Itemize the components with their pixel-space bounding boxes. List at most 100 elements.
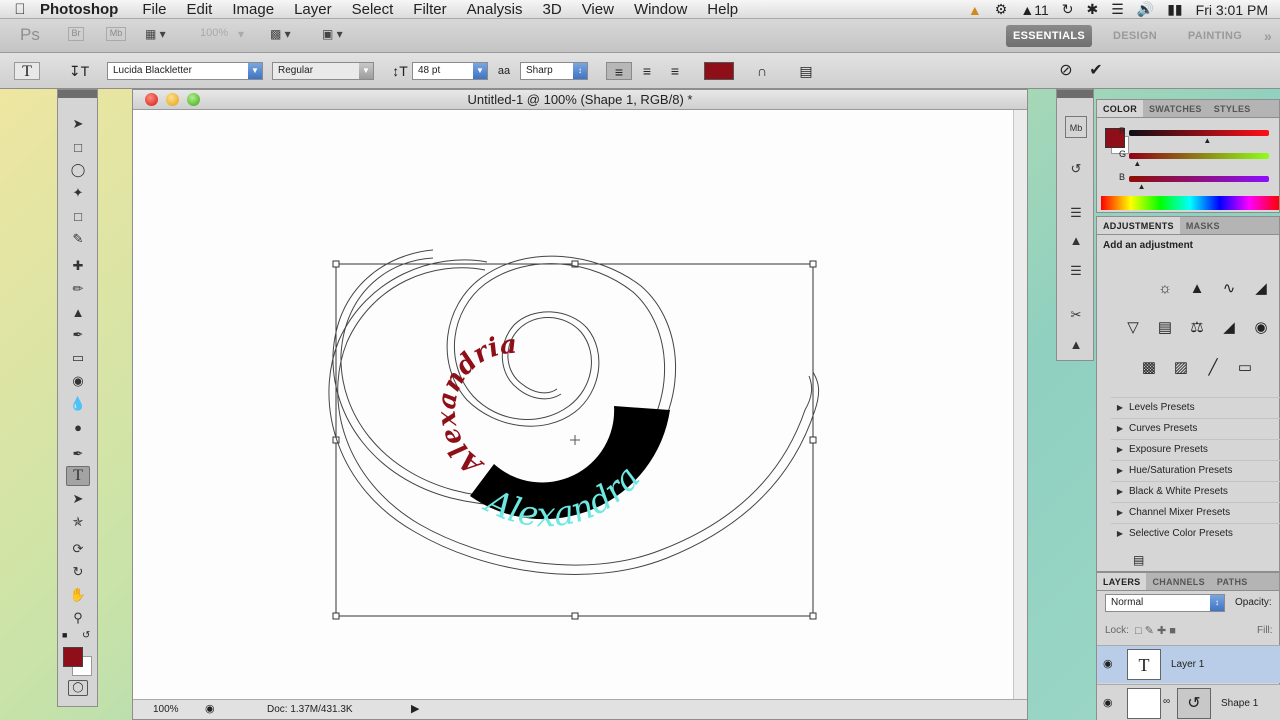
- align-center-icon[interactable]: ≡: [634, 62, 660, 80]
- blend-mode-select[interactable]: Normal ↕: [1105, 594, 1225, 612]
- status-menu-arrow-icon[interactable]: ▶: [411, 702, 419, 715]
- lasso-tool-icon[interactable]: ◯: [66, 160, 90, 180]
- clone-source-panel-icon[interactable]: ▲: [1065, 230, 1087, 252]
- marquee-tool-icon[interactable]: □: [66, 137, 90, 157]
- type-tool-icon[interactable]: T: [66, 466, 90, 486]
- color-balance-icon[interactable]: ⚖: [1185, 317, 1209, 339]
- gears-icon[interactable]: ⚙: [995, 1, 1008, 18]
- exposure-icon[interactable]: ◢: [1249, 278, 1273, 300]
- arrange-documents-icon[interactable]: ▩ ▾: [270, 27, 291, 41]
- photo-filter-icon[interactable]: ◉: [1249, 317, 1273, 339]
- text-color-swatch[interactable]: [704, 62, 734, 80]
- tool-presets-panel-icon[interactable]: ✂: [1065, 304, 1087, 326]
- layer-name[interactable]: Shape 1: [1221, 698, 1258, 709]
- preset-channel-mixer[interactable]: ▶ Channel Mixer Presets: [1111, 502, 1280, 522]
- vertical-scrollbar[interactable]: [1013, 110, 1027, 701]
- pen-tool-icon[interactable]: ✒: [66, 444, 90, 464]
- volume-icon[interactable]: 🔊: [1137, 1, 1154, 18]
- mini-bridge-panel-icon[interactable]: Mb: [1065, 116, 1087, 138]
- visibility-eye-icon[interactable]: ◉: [1103, 696, 1113, 709]
- move-tool-icon[interactable]: ➤: [66, 114, 90, 134]
- tab-channels[interactable]: CHANNELS: [1146, 573, 1210, 590]
- workspace-painting[interactable]: PAINTING: [1180, 25, 1250, 47]
- invert-icon[interactable]: ▨: [1169, 357, 1193, 379]
- antialias-select[interactable]: Sharp ↕: [520, 62, 588, 80]
- align-right-icon[interactable]: ≡: [662, 62, 688, 80]
- vibrance-icon[interactable]: ▽: [1121, 317, 1145, 339]
- font-size-select[interactable]: 48 pt ▼: [412, 62, 488, 80]
- zoom-window-icon[interactable]: [187, 93, 200, 106]
- tab-adjustments[interactable]: ADJUSTMENTS: [1097, 217, 1180, 234]
- status-zoom-field[interactable]: 100%: [153, 704, 179, 715]
- layer-row[interactable]: ◉ ∞ ↺ Shape 1: [1097, 684, 1280, 720]
- close-window-icon[interactable]: [145, 93, 158, 106]
- apple-icon[interactable]: : [0, 1, 40, 18]
- crop-tool-icon[interactable]: □: [66, 206, 90, 226]
- tab-color[interactable]: COLOR: [1097, 100, 1143, 117]
- menu-view[interactable]: View: [582, 1, 614, 18]
- channel-r-slider[interactable]: [1129, 130, 1269, 136]
- view-extras-icon[interactable]: ▦ ▾: [145, 27, 166, 41]
- magic-wand-tool-icon[interactable]: ✦: [66, 183, 90, 203]
- eraser-tool-icon[interactable]: ▭: [66, 348, 90, 368]
- document-title-bar[interactable]: Untitled-1 @ 100% (Shape 1, RGB/8) *: [133, 90, 1027, 110]
- healing-brush-tool-icon[interactable]: ✚: [66, 256, 90, 276]
- paint-bucket-tool-icon[interactable]: ◉: [66, 371, 90, 391]
- menu-edit[interactable]: Edit: [187, 1, 213, 18]
- zoom-level[interactable]: 100%: [200, 27, 228, 39]
- tab-swatches[interactable]: SWATCHES: [1143, 100, 1208, 117]
- brush-tool-icon[interactable]: ✏: [66, 279, 90, 299]
- minimize-window-icon[interactable]: [166, 93, 179, 106]
- menu-help[interactable]: Help: [707, 1, 738, 18]
- vector-mask-thumbnail[interactable]: ↺: [1177, 688, 1211, 719]
- hand-tool-icon[interactable]: ✋: [66, 585, 90, 605]
- time-machine-icon[interactable]: ↻: [1062, 1, 1074, 18]
- flame-icon[interactable]: ▲: [968, 2, 982, 18]
- notes-panel-icon[interactable]: ▲: [1065, 334, 1087, 356]
- menu-file[interactable]: File: [142, 1, 166, 18]
- spiral-text-dark[interactable]: Alexandria: [432, 330, 518, 483]
- preset-black-white[interactable]: ▶ Black & White Presets: [1111, 481, 1280, 501]
- adobe-icon[interactable]: ▲11: [1020, 2, 1048, 18]
- workspace-essentials[interactable]: ESSENTIALS: [1006, 25, 1092, 47]
- type-tool-preset-icon[interactable]: T: [14, 62, 40, 80]
- clip-to-layer-icon[interactable]: ▤: [1133, 553, 1144, 567]
- channel-g-thumb[interactable]: ▲: [1133, 159, 1141, 168]
- preset-levels[interactable]: ▶ Levels Presets: [1111, 397, 1280, 417]
- brightness-contrast-icon[interactable]: ☼: [1153, 278, 1177, 300]
- menu-layer[interactable]: Layer: [294, 1, 332, 18]
- layer-row[interactable]: ◉ T Layer 1: [1097, 645, 1280, 683]
- panel-grip[interactable]: [1057, 90, 1093, 98]
- menu-analysis[interactable]: Analysis: [467, 1, 523, 18]
- history-brush-tool-icon[interactable]: ✒: [66, 325, 90, 345]
- battery-icon[interactable]: ▮▮: [1167, 1, 1182, 18]
- color-spectrum-ramp[interactable]: [1101, 196, 1279, 210]
- character-panel-icon[interactable]: ▤: [794, 62, 818, 80]
- black-white-icon[interactable]: ◢: [1217, 317, 1241, 339]
- screen-mode-icon[interactable]: ▣ ▾: [322, 27, 343, 41]
- bridge-icon[interactable]: Br: [68, 27, 84, 41]
- align-left-icon[interactable]: ≡: [606, 62, 632, 80]
- bluetooth-icon[interactable]: ✱: [1086, 1, 1098, 18]
- clone-stamp-tool-icon[interactable]: ▲: [66, 302, 90, 322]
- app-menu[interactable]: Photoshop: [40, 1, 118, 18]
- font-family-select[interactable]: Lucida Blackletter ▼: [107, 62, 263, 80]
- tab-paths[interactable]: PATHS: [1211, 573, 1254, 590]
- channel-r-thumb[interactable]: ▲: [1203, 136, 1211, 145]
- levels-icon[interactable]: ▲: [1185, 278, 1209, 300]
- toggle-orientation-icon[interactable]: ↧T: [68, 62, 90, 80]
- panel-grip[interactable]: [58, 90, 97, 98]
- brush-presets-panel-icon[interactable]: ☰: [1065, 202, 1087, 224]
- tab-styles[interactable]: STYLES: [1208, 100, 1257, 117]
- lock-options-icon[interactable]: □ ✎ ✚ ■: [1135, 624, 1176, 637]
- cancel-edit-icon[interactable]: ⊘: [1054, 62, 1078, 80]
- preset-hue-saturation[interactable]: ▶ Hue/Saturation Presets: [1111, 460, 1280, 480]
- preset-curves[interactable]: ▶ Curves Presets: [1111, 418, 1280, 438]
- default-colors-icon[interactable]: ■: [62, 630, 67, 640]
- preset-selective-color[interactable]: ▶ Selective Color Presets: [1111, 523, 1280, 543]
- channel-g-slider[interactable]: [1129, 153, 1269, 159]
- blur-tool-icon[interactable]: 💧: [66, 394, 90, 414]
- tab-masks[interactable]: MASKS: [1180, 217, 1226, 234]
- threshold-icon[interactable]: ▭: [1233, 357, 1257, 379]
- quick-mask-icon[interactable]: ◯: [68, 680, 88, 696]
